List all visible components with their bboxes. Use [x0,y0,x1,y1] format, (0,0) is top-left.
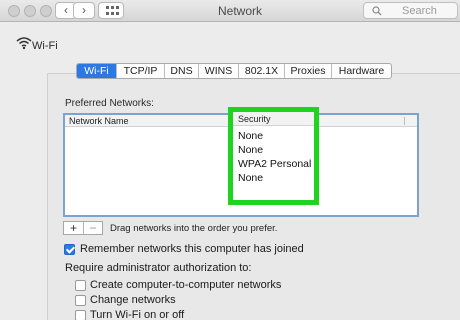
add-network-button[interactable]: + [64,222,83,234]
remember-networks-label[interactable]: Remember networks this computer has join… [80,243,304,255]
list-controls: + − [63,221,103,235]
interface-name: Wi-Fi [32,40,58,52]
tab-8021x[interactable]: 802.1X [239,64,285,78]
tab-proxies[interactable]: Proxies [285,64,332,78]
search-field[interactable]: Search [363,2,458,19]
toggle-wifi-checkbox[interactable] [75,310,86,320]
toggle-wifi-label[interactable]: Turn Wi-Fi on or off [90,309,184,320]
show-all-button[interactable] [98,2,124,19]
wifi-icon [16,37,32,50]
search-icon [372,6,382,16]
tab-bar: Wi-Fi TCP/IP DNS WINS 802.1X Proxies Har… [76,63,392,79]
minimize-window-button[interactable] [24,5,36,17]
tab-tcpip[interactable]: TCP/IP [117,64,165,78]
tab-wifi[interactable]: Wi-Fi [77,64,117,78]
remove-network-button[interactable]: − [83,222,102,234]
security-cell[interactable]: None [238,144,263,156]
change-networks-checkbox[interactable] [75,295,86,306]
column-divider [404,117,405,125]
forward-button[interactable]: › [73,2,95,19]
security-cell[interactable]: None [238,172,263,184]
change-networks-label[interactable]: Change networks [90,294,176,306]
create-network-checkbox[interactable] [75,280,86,291]
preferred-networks-label: Preferred Networks: [65,98,154,109]
zoom-window-button[interactable] [40,5,52,17]
title-bar: ‹ › Network Search [0,0,460,22]
remember-networks-checkbox[interactable] [64,244,75,255]
require-admin-label: Require administrator authorization to: [65,262,252,274]
security-column-highlight: Security None None WPA2 Personal None [228,107,319,205]
column-network-name[interactable]: Network Name [69,115,129,127]
chevron-left-icon: ‹ [64,3,68,17]
search-placeholder: Search [402,5,437,17]
column-security[interactable]: Security [233,112,314,126]
create-network-label[interactable]: Create computer-to-computer networks [90,279,281,291]
chevron-right-icon: › [82,3,86,17]
tab-hardware[interactable]: Hardware [332,64,391,78]
tab-wins[interactable]: WINS [199,64,239,78]
tab-dns[interactable]: DNS [165,64,199,78]
security-cell[interactable]: WPA2 Personal [238,158,311,170]
security-cell[interactable]: None [238,130,263,142]
drag-hint: Drag networks into the order you prefer. [110,223,278,234]
window-title: Network [217,4,262,18]
close-window-button[interactable] [8,5,20,17]
